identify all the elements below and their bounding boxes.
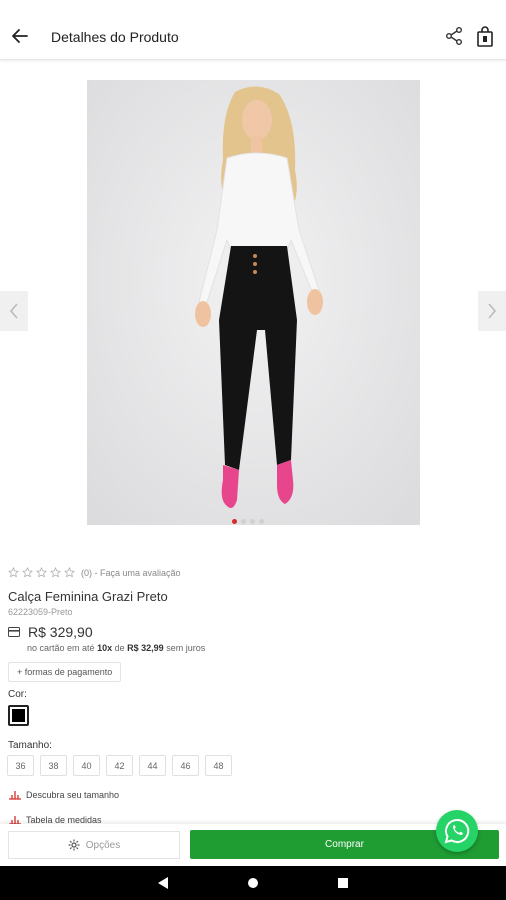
size-label: Tamanho: <box>8 740 52 751</box>
nav-home-icon[interactable] <box>247 876 259 890</box>
size-table-text[interactable]: Tabela de medidas <box>26 815 102 824</box>
size-option[interactable]: 42 <box>106 755 133 776</box>
back-arrow-icon[interactable] <box>10 26 30 46</box>
gallery-next-button[interactable] <box>478 291 506 331</box>
gallery-pagination <box>232 519 264 524</box>
installment-prefix: no cartão em até <box>27 643 95 653</box>
size-options: 36 38 40 42 44 46 48 <box>7 755 232 776</box>
options-button[interactable]: Opções <box>8 831 180 859</box>
rating-stars <box>8 567 75 578</box>
page-title: Detalhes do Produto <box>51 29 179 45</box>
nav-back-icon[interactable] <box>157 876 169 890</box>
size-option[interactable]: 46 <box>172 755 199 776</box>
size-table-icon <box>9 815 21 824</box>
star-icon <box>50 567 61 578</box>
shopping-bag-icon[interactable] <box>475 26 495 48</box>
nav-recents-icon[interactable] <box>337 876 349 890</box>
size-finder-link[interactable]: Descubra seu tamanho <box>8 790 119 800</box>
product-name: Calça Feminina Grazi Preto <box>8 589 168 604</box>
star-icon <box>22 567 33 578</box>
color-label: Cor: <box>8 689 27 700</box>
pagination-dot[interactable] <box>232 519 237 524</box>
product-photo <box>87 80 420 525</box>
star-icon <box>64 567 75 578</box>
app-bar: Detalhes do Produto <box>0 0 506 60</box>
size-option[interactable]: 38 <box>40 755 67 776</box>
installment-suffix: sem juros <box>166 643 206 653</box>
size-option[interactable]: 36 <box>7 755 34 776</box>
installment-count: 10x <box>97 643 113 653</box>
pagination-dot[interactable] <box>241 519 246 524</box>
size-option[interactable]: 44 <box>139 755 166 776</box>
installment-info: no cartão em até 10x de R$ 32,99 sem jur… <box>27 643 205 653</box>
options-label: Opções <box>85 839 121 851</box>
size-finder-text[interactable]: Descubra seu tamanho <box>26 790 119 800</box>
payment-methods-button[interactable]: + formas de pagamento <box>8 662 122 682</box>
share-icon[interactable] <box>444 26 464 46</box>
star-icon <box>36 567 47 578</box>
credit-card-icon <box>8 627 20 637</box>
rating-row[interactable]: (0) - Faça uma avaliação <box>8 567 181 578</box>
size-option[interactable]: 48 <box>205 755 232 776</box>
whatsapp-button[interactable] <box>436 810 478 852</box>
size-option[interactable]: 40 <box>73 755 100 776</box>
product-price: R$ 329,90 <box>28 624 93 640</box>
pagination-dot[interactable] <box>259 519 264 524</box>
gallery-prev-button[interactable] <box>0 291 28 331</box>
installment-mid: de <box>114 643 125 653</box>
action-bar: Opções Comprar <box>0 824 506 866</box>
gear-icon <box>68 839 80 851</box>
star-icon <box>8 567 19 578</box>
color-swatch-black[interactable] <box>8 705 29 726</box>
size-measure-icon <box>9 791 21 800</box>
chevron-left-icon <box>9 303 18 319</box>
size-table-link[interactable]: Tabela de medidas <box>8 815 102 824</box>
chevron-right-icon <box>488 303 497 319</box>
installment-value: R$ 32,99 <box>127 643 164 653</box>
system-navigation-bar <box>0 866 506 900</box>
price-row: R$ 329,90 <box>8 624 93 640</box>
product-image[interactable] <box>87 80 420 525</box>
whatsapp-icon <box>444 818 470 844</box>
pagination-dot[interactable] <box>250 519 255 524</box>
product-sku: 62223059-Preto <box>8 607 73 617</box>
rating-text[interactable]: (0) - Faça uma avaliação <box>81 568 181 578</box>
